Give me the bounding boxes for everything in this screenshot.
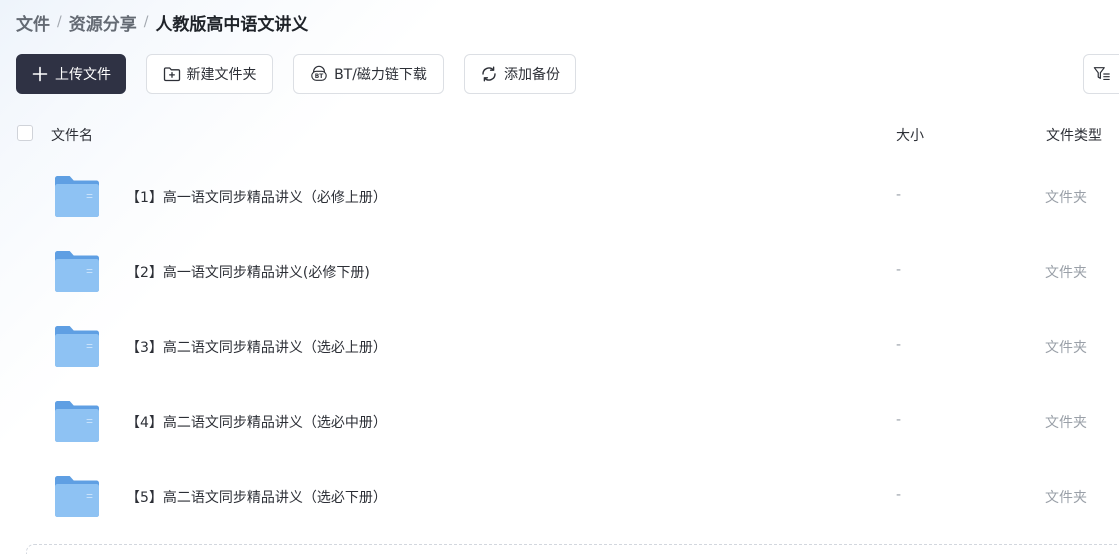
bt-magnet-download-button[interactable]: BT BT/磁力链下载 bbox=[293, 54, 444, 94]
bt-icon: BT bbox=[310, 65, 328, 83]
plus-icon bbox=[31, 65, 49, 83]
svg-text:BT: BT bbox=[315, 74, 323, 80]
new-folder-label: 新建文件夹 bbox=[186, 67, 257, 83]
row-file-type: 文件夹 bbox=[1045, 340, 1087, 356]
breadcrumb-separator: / bbox=[143, 14, 149, 30]
sync-icon bbox=[480, 65, 498, 83]
row-file-type: 文件夹 bbox=[1045, 190, 1087, 206]
breadcrumb: 文件 / 资源分享 / 人教版高中语文讲义 bbox=[16, 8, 308, 36]
toolbar: 上传文件 新建文件夹 BT BT/磁力链下载 添加备份 bbox=[0, 54, 1119, 94]
row-file-name[interactable]: 【3】高二语文同步精品讲义（选必上册） bbox=[126, 337, 387, 357]
row-file-name[interactable]: 【5】高二语文同步精品讲义（选必下册） bbox=[126, 487, 387, 507]
add-backup-button[interactable]: 添加备份 bbox=[464, 54, 576, 94]
bt-magnet-download-label: BT/磁力链下载 bbox=[334, 67, 427, 83]
table-row[interactable]: 【5】高二语文同步精品讲义（选必下册） - 文件夹 bbox=[0, 475, 1119, 550]
breadcrumb-item-current-folder: 人教版高中语文讲义 bbox=[155, 14, 309, 35]
row-file-size: - bbox=[896, 487, 902, 503]
row-file-size: - bbox=[896, 412, 902, 428]
row-file-size: - bbox=[896, 337, 902, 353]
row-file-name[interactable]: 【1】高一语文同步精品讲义（必修上册） bbox=[126, 187, 387, 207]
table-row[interactable]: 【1】高一语文同步精品讲义（必修上册） - 文件夹 bbox=[0, 175, 1119, 250]
breadcrumb-item-files[interactable]: 文件 bbox=[16, 10, 50, 35]
filter-button[interactable] bbox=[1083, 54, 1119, 94]
breadcrumb-separator: / bbox=[57, 14, 62, 30]
folder-icon bbox=[54, 250, 100, 292]
add-backup-label: 添加备份 bbox=[504, 67, 560, 83]
column-header-size[interactable]: 大小 bbox=[896, 125, 924, 145]
table-row[interactable]: 【3】高二语文同步精品讲义（选必上册） - 文件夹 bbox=[0, 325, 1119, 400]
row-file-size: - bbox=[896, 262, 902, 278]
upload-drop-zone[interactable] bbox=[26, 544, 1119, 554]
breadcrumb-item-resource-share[interactable]: 资源分享 bbox=[69, 10, 137, 35]
row-file-size: - bbox=[896, 187, 902, 203]
row-file-type: 文件夹 bbox=[1045, 415, 1087, 431]
row-file-name[interactable]: 【4】高二语文同步精品讲义（选必中册） bbox=[126, 412, 387, 432]
folder-icon bbox=[54, 400, 100, 442]
new-folder-button[interactable]: 新建文件夹 bbox=[146, 54, 273, 94]
column-header-name[interactable]: 文件名 bbox=[51, 125, 93, 145]
select-all-checkbox[interactable] bbox=[17, 125, 33, 141]
filter-icon bbox=[1093, 65, 1111, 83]
upload-file-button[interactable]: 上传文件 bbox=[16, 54, 126, 94]
table-row[interactable]: 【2】高一语文同步精品讲义(必修下册) - 文件夹 bbox=[0, 250, 1119, 325]
row-file-type: 文件夹 bbox=[1045, 490, 1087, 506]
table-row[interactable]: 【4】高二语文同步精品讲义（选必中册） - 文件夹 bbox=[0, 400, 1119, 475]
column-header-type[interactable]: 文件类型 bbox=[1046, 125, 1102, 145]
upload-file-label: 上传文件 bbox=[55, 67, 111, 83]
file-manager-page: 文件 / 资源分享 / 人教版高中语文讲义 上传文件 新建文件夹 BT BT/磁… bbox=[0, 0, 1119, 554]
row-file-type: 文件夹 bbox=[1045, 265, 1087, 281]
folder-icon bbox=[54, 475, 100, 517]
folder-plus-icon bbox=[163, 65, 181, 83]
folder-icon bbox=[54, 325, 100, 367]
file-table-header: 文件名 大小 文件类型 bbox=[0, 120, 1119, 148]
folder-icon bbox=[54, 175, 100, 217]
row-file-name[interactable]: 【2】高一语文同步精品讲义(必修下册) bbox=[126, 262, 370, 282]
